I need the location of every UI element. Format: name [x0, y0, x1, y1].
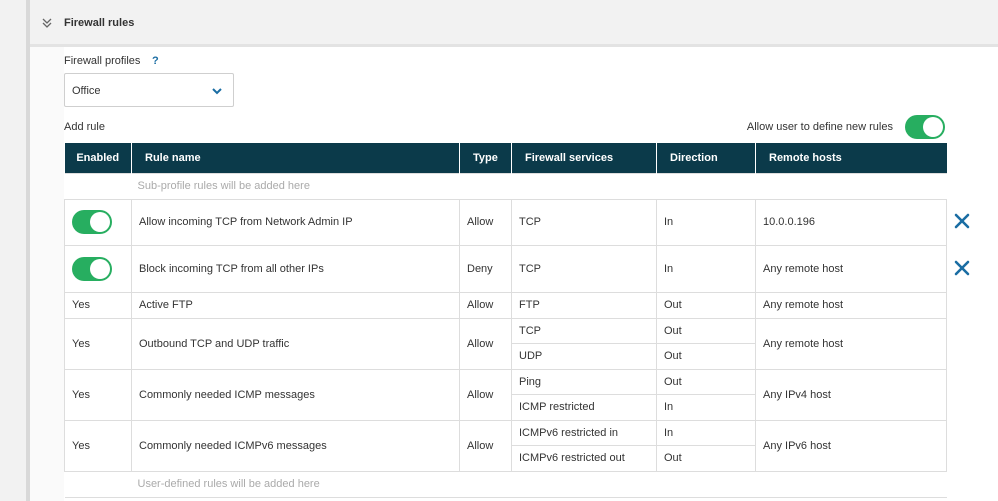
rule-direction: Out — [656, 342, 756, 370]
table-row: Yes Active FTP Allow FTP Out Any remote … — [64, 291, 947, 319]
firewall-profiles-label: Firewall profiles — [64, 55, 141, 67]
rule-service: TCP — [511, 317, 657, 344]
select-value: Office — [72, 85, 101, 97]
rule-enabled-toggle[interactable] — [72, 256, 112, 281]
table-row: Yes Outbound TCP and UDP traffic Allow T… — [64, 317, 947, 370]
panel-gutter — [30, 47, 64, 501]
col-type: Type — [459, 143, 512, 173]
rule-enabled: Yes — [64, 291, 132, 319]
allow-user-label: Allow user to define new rules — [746, 121, 893, 133]
rule-name: Block incoming TCP from all other IPs — [131, 244, 460, 293]
rule-service: ICMPv6 restricted out — [511, 444, 657, 472]
rule-direction: Out — [656, 368, 756, 395]
rule-type: Allow — [459, 291, 512, 319]
section-title: Firewall rules — [64, 17, 135, 29]
rule-name: Active FTP — [131, 291, 460, 319]
sub-profile-note: Sub-profile rules will be added here — [64, 172, 947, 200]
rule-direction: In — [656, 198, 756, 246]
rule-enabled: Yes — [64, 419, 132, 472]
rule-service: Ping — [511, 368, 657, 395]
rule-service: TCP — [511, 198, 657, 246]
rule-direction: In — [656, 419, 756, 446]
rule-service: ICMP restricted — [511, 393, 657, 421]
rule-direction: In — [656, 393, 756, 421]
rule-service: FTP — [511, 291, 657, 319]
rule-service: UDP — [511, 342, 657, 370]
table-row: Allow incoming TCP from Network Admin IP… — [64, 198, 947, 246]
rule-direction: Out — [656, 444, 756, 472]
table-row: Yes Commonly needed ICMP messages Allow … — [64, 368, 947, 421]
rule-remote: Any remote host — [755, 244, 947, 293]
table-header-row: Enabled Rule name Type Firewall services… — [64, 143, 947, 173]
rule-remote: Any IPv6 host — [755, 419, 947, 472]
rule-direction: Out — [656, 291, 756, 319]
help-icon[interactable]: ? — [152, 55, 159, 67]
rule-direction: In — [656, 244, 756, 293]
user-defined-note: User-defined rules will be added here — [64, 470, 947, 498]
sub-profile-row: Sub-profile rules will be added here — [64, 172, 947, 200]
rule-enabled: Yes — [64, 317, 132, 370]
rule-type: Allow — [459, 419, 512, 472]
rule-name: Commonly needed ICMPv6 messages — [131, 419, 460, 472]
rule-remote: Any remote host — [755, 317, 947, 370]
delete-rule-icon[interactable] — [954, 213, 970, 229]
rule-type: Allow — [459, 317, 512, 370]
rule-service: ICMPv6 restricted in — [511, 419, 657, 446]
delete-rule-icon[interactable] — [954, 260, 970, 276]
rules-table: Enabled Rule name Type Firewall services… — [64, 143, 947, 498]
divider — [30, 44, 998, 47]
col-remote-hosts: Remote hosts — [755, 143, 947, 173]
double-chevron-down-icon[interactable] — [40, 16, 54, 30]
table-row: Block incoming TCP from all other IPs De… — [64, 244, 947, 293]
allow-user-toggle[interactable] — [905, 115, 945, 139]
col-rule-name: Rule name — [131, 143, 460, 173]
col-direction: Direction — [656, 143, 756, 173]
rule-type: Allow — [459, 368, 512, 421]
chevron-down-icon — [212, 88, 222, 95]
rule-remote: Any IPv4 host — [755, 368, 947, 421]
left-sidebar — [0, 0, 30, 501]
rule-name: Commonly needed ICMP messages — [131, 368, 460, 421]
rule-type: Allow — [459, 198, 512, 246]
enabled-cell — [64, 198, 132, 246]
rule-name: Outbound TCP and UDP traffic — [131, 317, 460, 370]
rule-type: Deny — [459, 244, 512, 293]
rule-remote: 10.0.0.196 — [755, 198, 947, 246]
rule-enabled-toggle[interactable] — [72, 210, 112, 234]
col-enabled: Enabled — [64, 143, 132, 173]
firewall-profile-select[interactable]: Office — [64, 73, 234, 107]
rule-direction: Out — [656, 317, 756, 344]
col-firewall-services: Firewall services — [511, 143, 657, 173]
rule-enabled: Yes — [64, 368, 132, 421]
rule-name: Allow incoming TCP from Network Admin IP — [131, 198, 460, 246]
rule-service: TCP — [511, 244, 657, 293]
section-header[interactable]: Firewall rules — [30, 0, 998, 44]
user-defined-row: User-defined rules will be added here — [64, 470, 947, 498]
enabled-cell — [64, 244, 132, 293]
rule-remote: Any remote host — [755, 291, 947, 319]
table-row: Yes Commonly needed ICMPv6 messages Allo… — [64, 419, 947, 472]
add-rule-label: Add rule — [64, 121, 105, 133]
